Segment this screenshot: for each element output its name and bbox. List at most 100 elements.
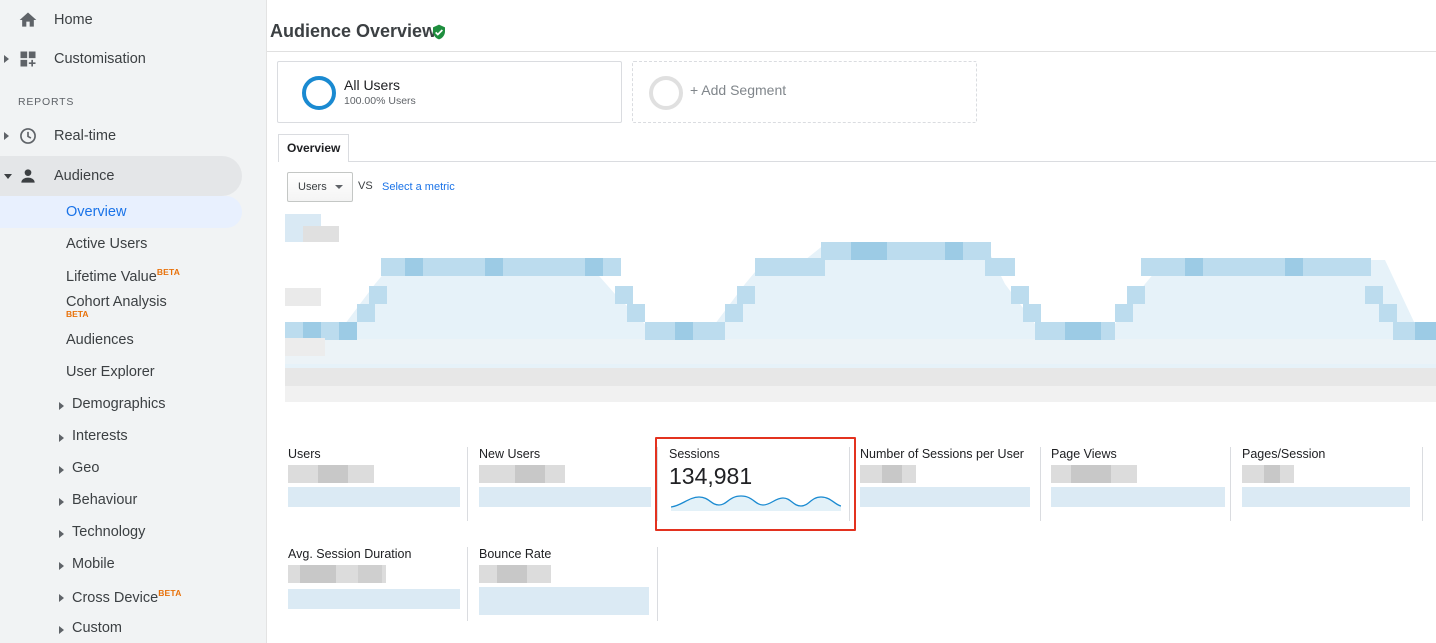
metric-select-dropdown[interactable]: Users [287,172,353,202]
metric-name: Page Views [1051,447,1117,461]
segment-all-users[interactable]: All Users 100.00% Users [277,61,622,123]
metric-card-page-views[interactable]: Page Views [1049,447,1227,531]
sidebar-item-label: User Explorer [66,364,155,380]
expand-caret-icon [59,498,64,506]
divider [267,51,1436,52]
sidebar-item-label: Audience [54,168,115,184]
redacted-value [288,465,460,507]
page-title: Audience Overview [270,21,437,41]
sidebar-item-user-explorer[interactable]: User Explorer [0,364,242,384]
sidebar-item-label: Home [54,12,93,28]
reports-section-label: REPORTS [18,96,75,108]
collapse-caret-icon [4,173,12,179]
metric-name: Users [288,447,321,461]
sidebar-item-technology[interactable]: Technology [0,524,242,544]
divider [467,447,468,521]
sidebar-item-interests[interactable]: Interests [0,428,242,448]
divider [657,547,658,621]
metric-card-sessions-per-user[interactable]: Number of Sessions per User [858,447,1038,531]
expand-caret-icon [59,562,64,570]
expand-caret-icon [59,626,64,634]
beta-badge: BETA [156,267,181,277]
check-shield-icon [433,24,445,40]
sidebar-item-label: Lifetime Value [66,268,157,285]
sidebar-item-label: Audiences [66,332,134,348]
vs-label: VS [358,180,373,192]
expand-caret-icon [59,434,64,442]
sidebar-item-label: Custom [72,620,122,636]
tab-divider [278,161,1436,162]
sidebar-item-realtime[interactable]: Real-time [0,116,242,156]
sidebar-item-label: Mobile [72,556,115,572]
clock-icon [20,128,36,144]
metric-card-users[interactable]: Users [286,447,464,531]
metric-card-pages-per-session[interactable]: Pages/Session [1240,447,1418,531]
metric-card-avg-session-duration[interactable]: Avg. Session Duration [286,547,464,631]
metric-name: Number of Sessions per User [860,447,1024,461]
sidebar-item-label: Customisation [54,51,146,67]
sidebar-item-label: Behaviour [72,492,138,508]
report-main: Audience Overview All Users 100.00% User… [267,0,1436,643]
expand-caret-icon [59,466,64,474]
sidebar-item-overview[interactable]: Overview [0,196,242,228]
add-segment-label: + Add Segment [690,82,787,98]
sidebar-item-custom[interactable]: Custom [0,620,242,640]
sidebar-item-label: Cross Device [72,589,159,606]
redacted-value [479,465,651,507]
redacted-value [479,565,649,615]
divider [1422,447,1423,521]
sidebar-item-audience[interactable]: Audience [0,156,242,196]
dashboard-grid-icon [20,51,36,67]
sidebar-nav: Home Customisation REPORTS Real-time Aud… [0,0,267,643]
sidebar-item-cross-device[interactable]: Cross DeviceBETA [0,586,242,608]
metric-select-value: Users [298,181,327,193]
sidebar-item-active-users[interactable]: Active Users [0,236,242,256]
metric-card-bounce-rate[interactable]: Bounce Rate [477,547,655,631]
empty-segment-ring-icon [649,76,683,110]
sidebar-item-geo[interactable]: Geo [0,460,242,480]
divider [467,547,468,621]
segment-percentage: 100.00% Users [344,95,416,107]
metric-name: New Users [479,447,541,461]
expand-caret-icon [59,594,64,602]
tab-overview[interactable]: Overview [278,134,350,162]
sidebar-item-label: Active Users [66,236,148,252]
sidebar-item-behaviour[interactable]: Behaviour [0,492,242,512]
select-metric-link[interactable]: Select a metric [382,181,455,193]
home-icon [19,12,37,27]
sidebar-item-label: Interests [72,428,128,444]
sidebar-item-label: Demographics [72,396,166,412]
sidebar-item-label: Real-time [54,128,117,144]
beta-badge: BETA [158,588,182,598]
users-over-time-chart [285,214,1436,402]
expand-caret-icon [59,402,64,410]
redacted-value [288,565,460,609]
sidebar-item-customisation[interactable]: Customisation [0,39,242,79]
sidebar-item-cohort-analysis[interactable]: Cohort Analysis BETA [0,294,242,322]
beta-badge: BETA [66,309,89,319]
sidebar-item-label: Overview [66,204,127,220]
sidebar-item-demographics[interactable]: Demographics [0,396,242,416]
sidebar-item-home[interactable]: Home [0,0,242,40]
divider [1040,447,1041,521]
sidebar-item-lifetime-value[interactable]: Lifetime ValueBETA [0,266,242,288]
redacted-value [1242,465,1410,507]
metric-name: Avg. Session Duration [288,547,412,561]
expand-caret-icon [4,132,9,140]
add-segment-button[interactable]: + Add Segment [632,61,977,123]
chevron-down-icon [335,185,343,189]
sidebar-item-audiences[interactable]: Audiences [0,332,242,352]
sidebar-item-label: Geo [72,460,100,476]
sidebar-item-label: Technology [72,524,146,540]
redacted-value [1051,465,1225,507]
sidebar-item-label: Cohort Analysis [66,294,167,310]
highlight-box [655,437,856,531]
expand-caret-icon [59,530,64,538]
segment-name: All Users [344,77,401,93]
person-icon [21,169,35,183]
divider [1230,447,1231,521]
sidebar-item-mobile[interactable]: Mobile [0,556,242,576]
redacted-value [860,465,1030,507]
expand-caret-icon [4,55,9,63]
metric-card-new-users[interactable]: New Users [477,447,655,531]
